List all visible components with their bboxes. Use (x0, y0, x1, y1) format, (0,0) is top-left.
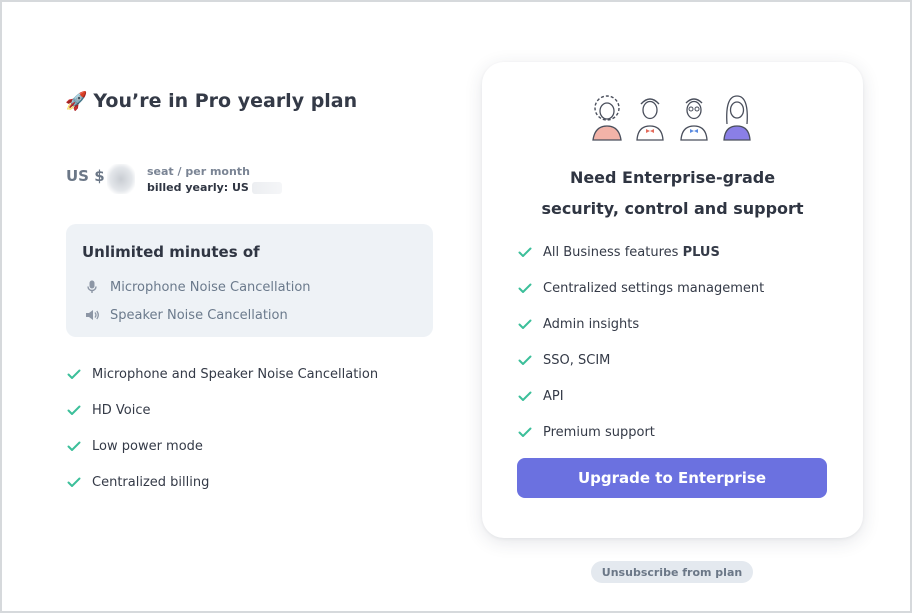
feature-label: Centralized billing (92, 474, 210, 490)
enterprise-heading: Need Enterprise-grade security, control … (482, 162, 863, 224)
person-bowtie-icon (636, 98, 665, 141)
enterprise-features-list: All Business features PLUS Centralized s… (517, 234, 764, 450)
check-icon (66, 438, 82, 454)
speaker-icon (84, 309, 100, 321)
check-icon (66, 366, 82, 382)
enterprise-card: Need Enterprise-grade security, control … (482, 62, 863, 538)
upgrade-to-enterprise-button[interactable]: Upgrade to Enterprise (517, 458, 827, 498)
feature-label: Microphone and Speaker Noise Cancellatio… (92, 366, 379, 382)
minutes-item-label: Microphone Noise Cancellation (110, 279, 311, 295)
list-item: Low power mode (66, 428, 378, 464)
plan-title: 🚀 You’re in Pro yearly plan (65, 90, 357, 112)
list-item: Premium support (517, 414, 764, 450)
seat-label: seat / per month (147, 165, 250, 178)
list-item: Centralized settings management (517, 270, 764, 306)
feature-label: SSO, SCIM (543, 352, 611, 368)
person-glasses-icon (679, 98, 708, 141)
check-icon (517, 316, 533, 332)
feature-prefix: All Business features (543, 244, 679, 260)
check-icon (517, 244, 533, 260)
feature-label: Premium support (543, 424, 655, 440)
list-item: HD Voice (66, 392, 378, 428)
feature-label: API (543, 388, 564, 404)
minutes-item-label: Speaker Noise Cancellation (110, 307, 288, 323)
feature-label: Centralized settings management (543, 280, 765, 296)
list-item: Admin insights (517, 306, 764, 342)
price-amount-redacted (106, 164, 135, 194)
feature-label: All Business features PLUS (543, 245, 720, 260)
billed-label: billed yearly: US (147, 181, 249, 194)
list-item: API (517, 378, 764, 414)
feature-label: HD Voice (92, 402, 151, 418)
feature-label: Admin insights (543, 316, 640, 332)
rocket-icon: 🚀 (65, 90, 88, 112)
team-illustration (587, 94, 757, 144)
check-icon (66, 474, 82, 490)
page-frame: 🚀 You’re in Pro yearly plan US $ seat / … (0, 0, 912, 613)
check-icon (66, 402, 82, 418)
check-icon (517, 280, 533, 296)
plan-features-list: Microphone and Speaker Noise Cancellatio… (66, 356, 378, 500)
plus-label: PLUS (682, 244, 720, 260)
billed-row: billed yearly: US (147, 180, 282, 196)
plan-title-text: You’re in Pro yearly plan (93, 90, 358, 112)
minutes-title: Unlimited minutes of (82, 243, 260, 261)
microphone-icon (84, 280, 100, 294)
enterprise-heading-line1: Need Enterprise-grade (569, 168, 776, 187)
person-curly-hair-icon (592, 95, 622, 141)
list-item: Microphone and Speaker Noise Cancellatio… (66, 356, 378, 392)
check-icon (517, 352, 533, 368)
list-item: Centralized billing (66, 464, 378, 500)
list-item: SSO, SCIM (517, 342, 764, 378)
price-currency: US $ (66, 167, 105, 185)
unsubscribe-button[interactable]: Unsubscribe from plan (591, 561, 753, 583)
price-meta: seat / per month billed yearly: US (147, 164, 282, 196)
billed-amount-redacted (251, 182, 282, 194)
unlimited-minutes-box: Unlimited minutes of Microphone Noise Ca… (66, 224, 433, 337)
feature-label: Low power mode (92, 438, 203, 454)
minutes-item-speaker: Speaker Noise Cancellation (82, 301, 417, 329)
person-long-hair-icon (723, 95, 751, 141)
minutes-item-microphone: Microphone Noise Cancellation (82, 273, 417, 301)
price: US $ (66, 164, 135, 194)
list-item: All Business features PLUS (517, 234, 764, 270)
check-icon (517, 424, 533, 440)
check-icon (517, 388, 533, 404)
enterprise-heading-line2: security, control and support (541, 199, 804, 218)
